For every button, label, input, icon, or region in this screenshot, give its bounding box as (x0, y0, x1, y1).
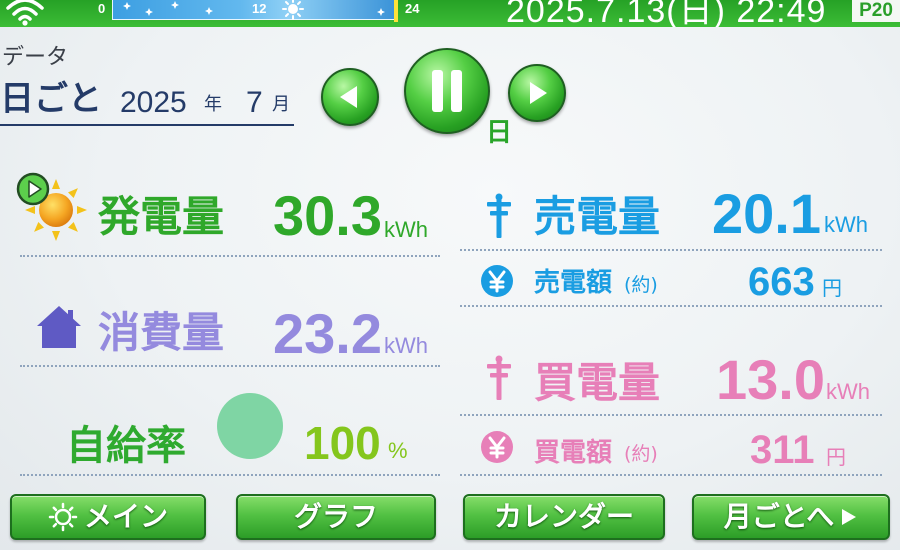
bought-amount-unit: 円 (826, 445, 846, 469)
sold-amount-label: 売電額 (534, 268, 613, 298)
row-divider (20, 255, 440, 257)
power-pylon-icon (487, 193, 511, 238)
timeline-mid-label: 12 (252, 1, 267, 16)
row-divider (20, 365, 440, 367)
timeline-end-label: 24 (405, 1, 420, 16)
row-divider (460, 305, 882, 307)
triangle-right-icon (842, 509, 857, 525)
main-button[interactable]: メイン (10, 494, 206, 540)
timeline-start-label: 0 (98, 1, 106, 16)
row-divider (460, 249, 882, 251)
self-sufficiency-unit: % (388, 438, 408, 463)
consumption-value: 23.2 (273, 302, 382, 365)
play-badge-icon[interactable] (16, 172, 50, 206)
page-indicator: P20 (852, 0, 900, 22)
row-divider (460, 474, 882, 476)
bought-amount-value: 311 (750, 428, 815, 472)
month-suffix: 月 (272, 94, 290, 115)
triangle-right-icon (530, 82, 547, 104)
status-bar: 0 12 24 2025.7.13(日) 22:49 P20 (0, 0, 900, 27)
consumption-unit: kWh (384, 333, 428, 358)
graph-button-label: グラフ (293, 500, 378, 533)
power-pylon-icon (487, 355, 511, 400)
generation-value: 30.3 (273, 184, 382, 247)
self-sufficiency-label: 自給率 (66, 423, 186, 469)
sold-amount-unit: 円 (822, 276, 842, 300)
pause-icon (432, 70, 462, 112)
consumption-label: 消費量 (98, 308, 225, 357)
bought-amount-label: 買電額 (534, 438, 613, 468)
bought-energy-label: 買電量 (534, 358, 661, 407)
bought-energy-unit: kWh (826, 379, 870, 404)
triangle-left-icon (340, 86, 357, 108)
sold-energy-unit: kWh (824, 212, 868, 237)
yen-icon (481, 265, 513, 297)
graph-button[interactable]: グラフ (236, 494, 436, 540)
next-day-button[interactable] (508, 64, 566, 122)
pause-button[interactable] (404, 48, 490, 134)
header-underline (0, 124, 294, 126)
calendar-button[interactable]: カレンダー (463, 494, 665, 540)
prev-day-button[interactable] (321, 68, 379, 126)
current-datetime: 2025.7.13(日) 22:49 (506, 0, 827, 27)
row-divider (460, 414, 882, 416)
bought-amount-qualifier: (約) (624, 443, 658, 465)
sun-outline-icon (48, 502, 78, 532)
self-sufficiency-gauge (217, 393, 283, 459)
main-button-label: メイン (83, 500, 168, 533)
sold-amount-qualifier: (約) (624, 274, 658, 296)
wifi-icon (6, 0, 44, 26)
year-value: 2025 (120, 86, 187, 119)
generation-unit: kWh (384, 217, 428, 242)
section-title: データ (2, 45, 69, 70)
month-value: 7 (246, 86, 263, 119)
self-sufficiency-fill (217, 393, 283, 459)
bought-energy-value: 13.0 (716, 348, 825, 411)
monthly-view-button[interactable]: 月ごとへ (692, 494, 890, 540)
current-time-marker (394, 0, 398, 22)
generation-label: 発電量 (98, 192, 225, 241)
sold-energy-label: 売電量 (534, 192, 661, 241)
sold-amount-value: 663 (748, 260, 815, 304)
self-sufficiency-value: 100 (304, 417, 381, 469)
year-suffix: 年 (204, 94, 222, 115)
row-divider (20, 474, 440, 476)
energy-monitor-screen: 0 12 24 2025.7.13(日) 22:49 P20 データ 日ごと 2… (0, 0, 900, 550)
monthly-view-button-label: 月ごとへ (723, 500, 835, 533)
step-unit-label: 日 (486, 118, 513, 148)
sun-icon (282, 0, 304, 20)
house-icon (37, 306, 81, 348)
sold-energy-value: 20.1 (712, 182, 821, 245)
yen-icon (481, 431, 513, 463)
calendar-button-label: カレンダー (493, 500, 634, 533)
period-mode-label: 日ごと (0, 79, 102, 119)
moon-icon (359, 1, 367, 17)
